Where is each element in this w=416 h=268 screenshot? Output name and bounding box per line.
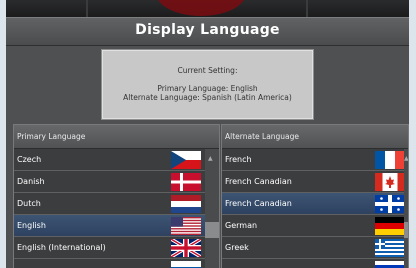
display-language-screen: Display Language Current Setting: Primar… — [6, 0, 409, 268]
primary-language-header: Primary Language — [14, 125, 219, 149]
top-bar-stripe — [86, 0, 88, 17]
top-bar-stripe — [306, 0, 308, 17]
list-item-label: French Canadian — [225, 177, 292, 186]
list-item-partial[interactable] — [222, 259, 405, 268]
scroll-thumb[interactable] — [404, 222, 408, 238]
current-primary-language: Primary Language: English — [157, 84, 258, 93]
top-bar-glow — [156, 0, 246, 16]
list-item-danish[interactable]: Danish — [14, 171, 205, 193]
current-setting-box: Current Setting: Primary Language: Engli… — [101, 49, 314, 120]
danish-flag-icon — [171, 173, 201, 191]
list-item-label: French Canadian — [225, 199, 292, 208]
list-item-label: English (International) — [17, 243, 106, 252]
list-item-czech[interactable]: Czech — [14, 149, 205, 171]
list-item-greek[interactable]: Greek — [222, 237, 405, 259]
german-flag-icon — [375, 217, 405, 235]
partial-flag-icon — [375, 261, 405, 268]
uk-flag-icon — [171, 239, 201, 257]
quebec-flag-icon — [375, 195, 405, 213]
us-flag-icon — [171, 217, 201, 235]
alternate-scrollbar[interactable]: ▲ — [404, 149, 408, 268]
list-item-label: Dutch — [17, 199, 41, 208]
list-item-german[interactable]: German — [222, 215, 405, 237]
list-item-english-international[interactable]: English (International) — [14, 237, 205, 259]
page-title: Display Language — [135, 22, 280, 38]
list-item-label: Czech — [17, 155, 42, 164]
scroll-thumb[interactable] — [205, 222, 219, 238]
current-alternate-language: Alternate Language: Spanish (Latin Ameri… — [123, 93, 292, 102]
alternate-language-list[interactable]: Alternate Language French French Canadia… — [221, 124, 409, 268]
current-setting-heading: Current Setting: — [177, 66, 238, 75]
title-bar: Display Language — [6, 17, 409, 46]
greek-flag-icon — [375, 239, 405, 257]
alternate-language-header-label: Alternate Language — [225, 132, 300, 141]
scroll-up-icon[interactable]: ▲ — [404, 155, 408, 162]
primary-language-list[interactable]: Primary Language Czech Danish Dutch Engl… — [13, 124, 220, 268]
partial-flag-icon — [171, 261, 201, 268]
list-item-label: English — [17, 221, 46, 230]
list-item-french[interactable]: French — [222, 149, 405, 171]
list-item-label: French — [225, 155, 252, 164]
list-item-label: Greek — [225, 243, 249, 252]
list-item-label: German — [225, 221, 258, 230]
scroll-up-icon[interactable]: ▲ — [208, 155, 213, 162]
dutch-flag-icon — [171, 195, 201, 213]
alternate-language-header: Alternate Language — [222, 125, 408, 149]
list-item-french-canadian-quebec[interactable]: French Canadian — [222, 193, 408, 215]
czech-flag-icon — [171, 151, 201, 169]
primary-language-header-label: Primary Language — [17, 132, 86, 141]
canadian-flag-icon — [375, 173, 405, 191]
list-item-french-canadian[interactable]: French Canadian — [222, 171, 405, 193]
list-item-dutch[interactable]: Dutch — [14, 193, 205, 215]
french-flag-icon — [375, 151, 405, 169]
top-bar — [6, 0, 409, 17]
list-item-label: Danish — [17, 177, 45, 186]
list-item-partial[interactable] — [14, 259, 205, 268]
list-item-english[interactable]: English — [14, 215, 219, 237]
primary-scrollbar[interactable]: ▲ — [205, 149, 219, 268]
